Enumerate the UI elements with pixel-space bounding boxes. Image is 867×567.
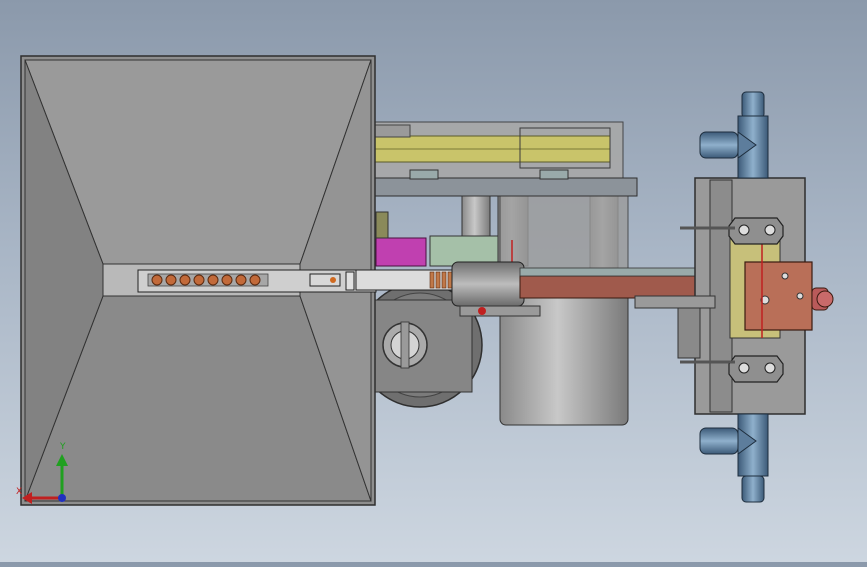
air-fitting-bottom[interactable]	[699, 413, 769, 503]
belt-drive-assembly[interactable]	[369, 121, 624, 181]
air-fitting-top[interactable]	[699, 91, 769, 179]
guide-bracket[interactable]	[375, 211, 513, 267]
fixture-block[interactable]	[634, 177, 813, 415]
air-fitting-side[interactable]	[811, 287, 834, 311]
feed-track[interactable]	[137, 269, 377, 293]
model-viewport[interactable]: X Y	[0, 0, 867, 562]
x-axis-label: X	[16, 487, 23, 497]
cad-model[interactable]	[0, 0, 867, 562]
axis-triad: X Y	[14, 440, 74, 510]
y-axis-label: Y	[60, 442, 66, 452]
